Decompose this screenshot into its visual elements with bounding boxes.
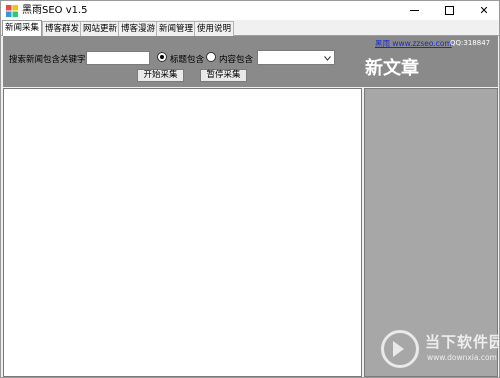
source-select[interactable] xyxy=(257,50,335,65)
tab-site-update[interactable]: 网站更新 xyxy=(80,21,121,36)
close-button[interactable]: ✕ xyxy=(469,1,499,20)
content-contains-radio[interactable] xyxy=(206,52,216,62)
qq-number: QQ:318847 xyxy=(450,39,491,47)
app-icon xyxy=(6,5,18,17)
new-articles-heading: 新文章 xyxy=(365,58,419,79)
pause-collect-button[interactable]: 暂停采集 xyxy=(200,69,247,82)
chevron-down-icon xyxy=(324,56,331,61)
app-window: 黑雨SEO v1.5 ✕ 新闻采集 博客群发 网站更新 博客漫游 新闻管理 使用… xyxy=(0,0,500,378)
search-toolbar: 搜索新闻包含关键字 标题包含 内容包含 开始采集 暂停采集 黑雨 www.zzs… xyxy=(3,36,498,87)
title-contains-radio[interactable] xyxy=(157,52,167,62)
tab-news-collect[interactable]: 新闻采集 xyxy=(2,20,43,36)
window-title: 黑雨SEO v1.5 xyxy=(22,5,88,16)
title-bar[interactable]: 黑雨SEO v1.5 ✕ xyxy=(1,1,499,20)
close-icon: ✕ xyxy=(479,4,489,17)
results-list[interactable] xyxy=(3,88,362,377)
tab-strip: 新闻采集 博客群发 网站更新 博客漫游 新闻管理 使用说明 xyxy=(1,20,499,36)
minimize-icon xyxy=(409,10,419,11)
keyword-label: 搜索新闻包含关键字 xyxy=(9,55,86,65)
tab-help[interactable]: 使用说明 xyxy=(194,21,235,36)
tab-blog-broadcast[interactable]: 博客群发 xyxy=(42,21,83,36)
maximize-button[interactable] xyxy=(434,1,464,20)
title-contains-label[interactable]: 标题包含 xyxy=(170,53,204,65)
watermark: 当下软件园 www.downxia.com xyxy=(381,326,499,371)
watermark-url: www.downxia.com xyxy=(427,353,497,362)
watermark-name: 当下软件园 xyxy=(425,333,500,351)
site-link[interactable]: 黑雨 www.zzseo.com xyxy=(375,38,452,49)
minimize-button[interactable] xyxy=(399,1,429,20)
content-contains-label[interactable]: 内容包含 xyxy=(219,53,253,65)
watermark-logo-icon xyxy=(381,330,419,368)
maximize-icon xyxy=(444,6,454,15)
keyword-input[interactable] xyxy=(86,51,150,65)
tab-news-manage[interactable]: 新闻管理 xyxy=(156,21,197,36)
tab-blog-roam[interactable]: 博客漫游 xyxy=(118,21,159,36)
start-collect-button[interactable]: 开始采集 xyxy=(137,69,184,82)
